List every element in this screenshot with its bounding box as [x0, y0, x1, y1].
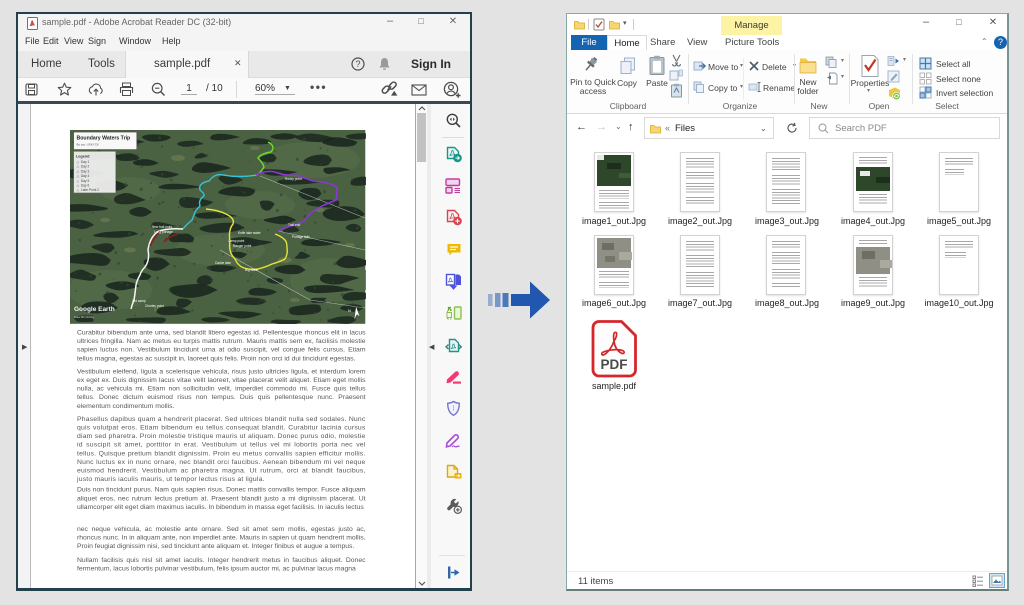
svg-text:Trail end: Trail end [288, 223, 301, 227]
svg-text:By trip: USKYCK: By trip: USKYCK [77, 143, 99, 147]
svg-text:Data SIO NOAA: Data SIO NOAA [74, 315, 94, 319]
svg-text:Long portage: Long portage [154, 230, 173, 234]
svg-text:△: △ [77, 169, 80, 173]
svg-text:N: N [348, 308, 351, 313]
svg-text:△: △ [77, 160, 80, 164]
svg-text:△: △ [77, 179, 80, 183]
svg-text:Cache lake: Cache lake [215, 261, 231, 265]
svg-text:Ranger point: Ranger point [233, 244, 251, 248]
svg-text:Day 6: Day 6 [81, 184, 90, 188]
svg-text:Later Point 2: Later Point 2 [81, 188, 99, 192]
svg-text:Boundary Waters Trip: Boundary Waters Trip [77, 136, 131, 142]
svg-text:△: △ [77, 165, 80, 169]
svg-text:Camp point: Camp point [228, 239, 244, 243]
svg-text:Knife lake water: Knife lake water [238, 231, 262, 235]
svg-text:△: △ [77, 184, 80, 188]
svg-text:Legend: Legend [76, 155, 90, 159]
svg-text:?: ? [355, 59, 360, 69]
svg-text:Old camp: Old camp [132, 299, 146, 303]
svg-text:PDF: PDF [601, 357, 628, 372]
svg-text:Portage falls: Portage falls [292, 235, 310, 239]
svg-text:△: △ [77, 188, 80, 192]
svg-text:Day 5: Day 5 [81, 179, 90, 183]
svg-text:Google Earth: Google Earth [74, 306, 115, 313]
svg-text:Day 4: Day 4 [81, 174, 90, 178]
svg-text:△: △ [77, 174, 80, 178]
svg-text:New trail point: New trail point [152, 225, 172, 229]
svg-text:Day 1: Day 1 [81, 160, 90, 164]
svg-text:Day 2: Day 2 [81, 165, 90, 169]
svg-text:Rocky point: Rocky point [285, 177, 302, 181]
svg-text:Charley point: Charley point [145, 304, 164, 308]
svg-text:Big water: Big water [245, 268, 259, 272]
svg-text:Day 3: Day 3 [81, 169, 90, 173]
